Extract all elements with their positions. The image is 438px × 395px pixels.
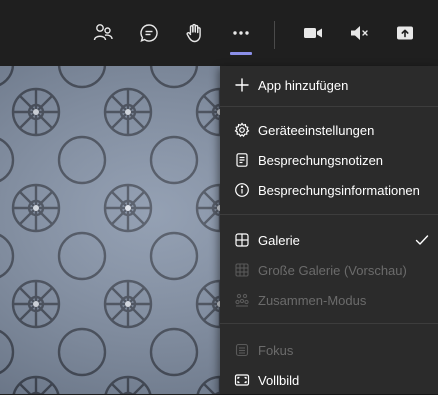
camera-button[interactable] bbox=[300, 20, 326, 46]
raise-hand-icon bbox=[186, 23, 201, 43]
speaker-muted-icon bbox=[351, 26, 368, 40]
participants-icon bbox=[93, 24, 113, 41]
menu-item-device-settings[interactable]: Geräteeinstellungen bbox=[220, 115, 438, 145]
menu-item-label: Vollbild bbox=[258, 372, 300, 388]
grid-icon bbox=[234, 232, 250, 248]
menu-divider bbox=[220, 323, 438, 324]
share-screen-button[interactable] bbox=[392, 20, 418, 46]
menu-item-large-gallery: Große Galerie (Vorschau) bbox=[220, 255, 438, 285]
menu-item-meeting-notes[interactable]: Besprechungsnotizen bbox=[220, 145, 438, 175]
menu-divider bbox=[220, 106, 438, 107]
chat-button[interactable] bbox=[136, 20, 162, 46]
chat-icon bbox=[140, 24, 158, 42]
more-actions-icon bbox=[233, 31, 249, 35]
more-actions-menu: App hinzufügen Geräteeinstellungen Bespr… bbox=[220, 66, 438, 394]
menu-item-together-mode: Zusammen-Modus bbox=[220, 285, 438, 315]
active-indicator bbox=[230, 52, 252, 55]
menu-item-gallery[interactable]: Galerie bbox=[220, 225, 438, 255]
info-icon bbox=[234, 182, 250, 198]
share-screen-icon bbox=[397, 26, 413, 40]
participants-button[interactable] bbox=[90, 20, 116, 46]
together-mode-icon bbox=[234, 292, 250, 308]
camera-icon bbox=[304, 28, 322, 38]
menu-item-label: Besprechungsinformationen bbox=[258, 182, 420, 198]
focus-icon bbox=[234, 342, 250, 358]
menu-item-label: Fokus bbox=[258, 342, 294, 358]
more-actions-button[interactable] bbox=[228, 20, 254, 46]
menu-divider bbox=[220, 214, 438, 215]
menu-item-label: App hinzufügen bbox=[258, 77, 349, 93]
menu-item-label: Besprechungsnotizen bbox=[258, 152, 384, 168]
speaker-mute-button[interactable] bbox=[346, 20, 372, 46]
menu-item-label: Galerie bbox=[258, 232, 300, 248]
gear-icon bbox=[234, 122, 250, 138]
checkmark-icon bbox=[414, 232, 430, 248]
menu-item-fullscreen[interactable]: Vollbild bbox=[220, 365, 438, 395]
raise-hand-button[interactable] bbox=[182, 20, 208, 46]
meeting-toolbar bbox=[0, 0, 438, 66]
fullscreen-icon bbox=[234, 372, 250, 388]
large-grid-icon bbox=[234, 262, 250, 278]
menu-item-focus: Fokus bbox=[220, 335, 438, 365]
menu-item-label: Geräteeinstellungen bbox=[258, 122, 375, 138]
menu-item-label: Zusammen-Modus bbox=[258, 292, 367, 308]
menu-item-label: Große Galerie (Vorschau) bbox=[258, 262, 407, 278]
notes-icon bbox=[234, 152, 250, 168]
menu-item-add-app[interactable]: App hinzufügen bbox=[220, 70, 438, 100]
toolbar-divider bbox=[274, 21, 275, 49]
menu-item-meeting-info[interactable]: Besprechungsinformationen bbox=[220, 175, 438, 205]
plus-icon bbox=[234, 77, 250, 93]
